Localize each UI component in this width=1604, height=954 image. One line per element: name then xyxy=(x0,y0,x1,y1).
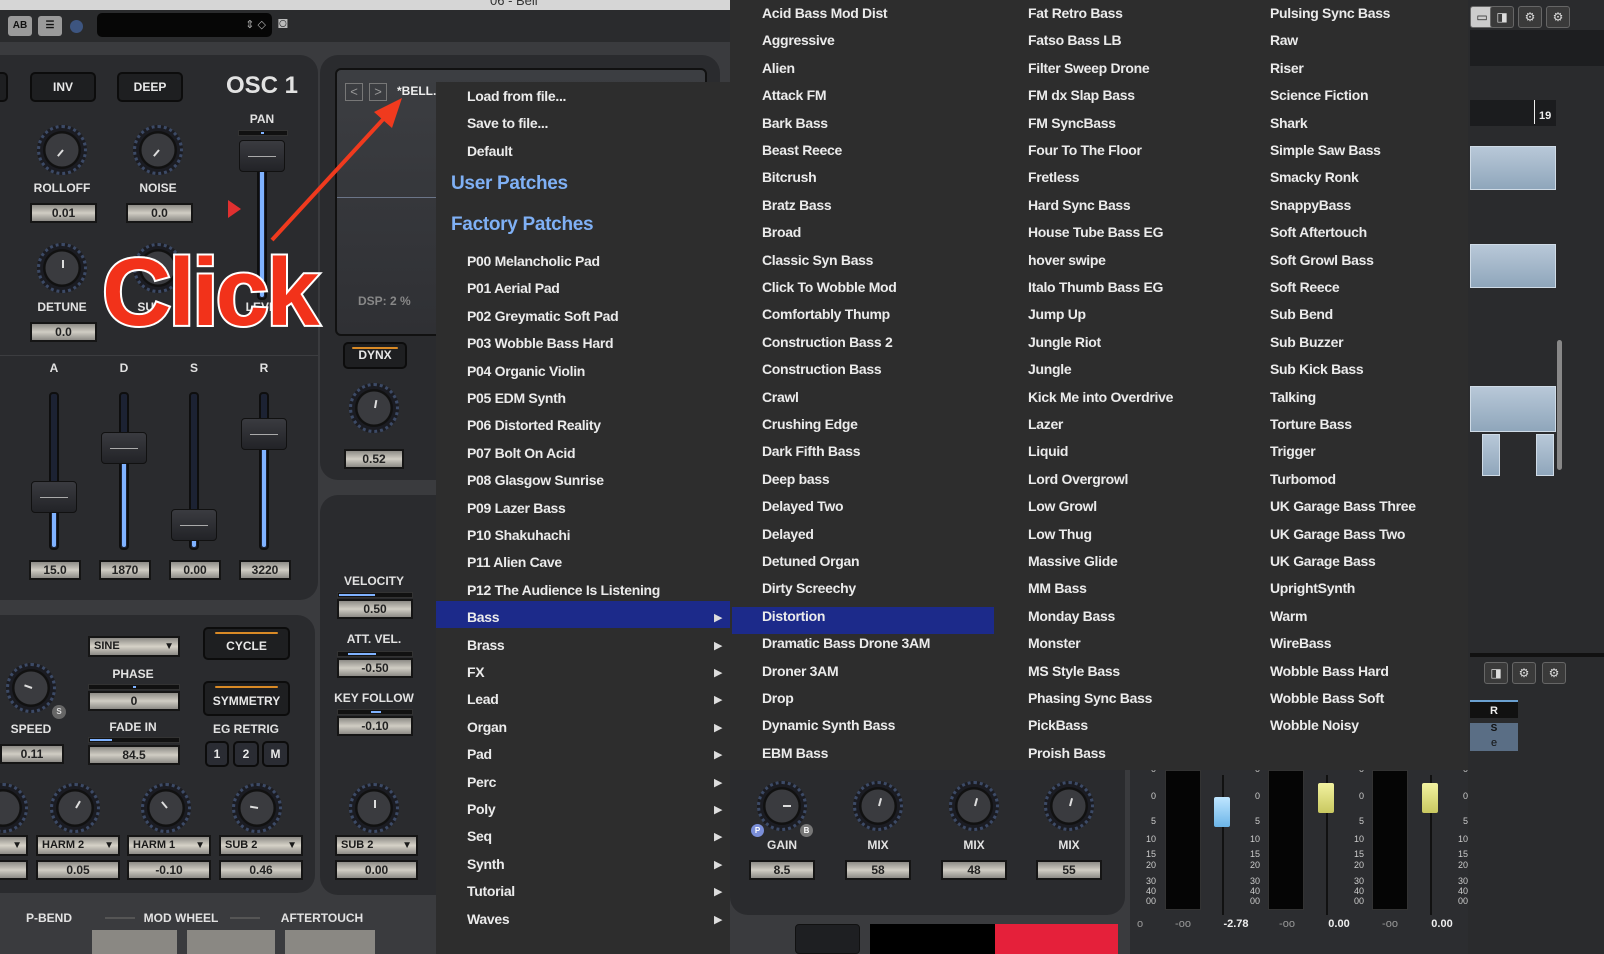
click-annotation: Click xyxy=(100,237,321,348)
annotation-arrow xyxy=(270,98,402,242)
